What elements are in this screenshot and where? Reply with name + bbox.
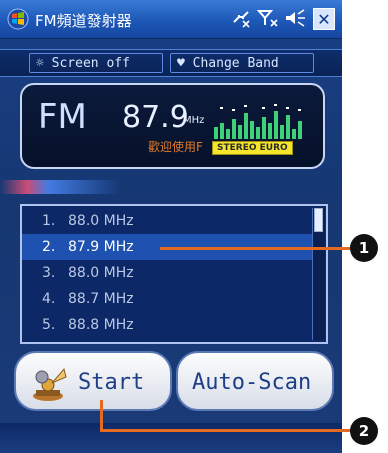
frequency-value: 87.9 bbox=[122, 100, 189, 135]
frequency-unit: MHz bbox=[183, 115, 205, 126]
channel-list[interactable]: 1. 88.0 MHz 2. 87.9 MHz 3. 88.0 MHz 4. 8… bbox=[20, 204, 328, 344]
change-band-button[interactable]: ♥ Change Band bbox=[170, 53, 314, 73]
gramophone-icon bbox=[33, 367, 67, 401]
app-title: FM頻道發射器 bbox=[35, 12, 132, 30]
mode-badge: STEREO EURO bbox=[212, 141, 293, 155]
signal-off-icon[interactable] bbox=[256, 8, 280, 28]
start-button[interactable]: Start bbox=[14, 351, 172, 411]
bottom-bar bbox=[0, 423, 342, 453]
close-button[interactable]: ✕ bbox=[313, 8, 335, 30]
scroll-thumb[interactable] bbox=[314, 208, 323, 232]
list-item[interactable]: 1. 88.0 MHz bbox=[22, 208, 312, 234]
toolbar: ☼ Screen off ♥ Change Band bbox=[0, 49, 342, 77]
callout-line-2a bbox=[100, 400, 103, 431]
equalizer-icon bbox=[214, 104, 302, 139]
band-label: FM bbox=[38, 97, 87, 137]
device-screen: FM頻道發射器 ✕ ☼ Screen off ♥ Change Band FM … bbox=[0, 0, 342, 453]
title-bar: FM頻道發射器 ✕ bbox=[0, 0, 342, 39]
frequency-display: FM 87.9 MHz 歡迎使用F STEREO EURO bbox=[20, 83, 325, 169]
volume-muted-icon[interactable] bbox=[284, 8, 308, 28]
callout-marker-1: 1 bbox=[350, 234, 378, 262]
list-item[interactable]: 5. 88.8 MHz bbox=[22, 312, 312, 338]
station-label: 歡迎使用F bbox=[148, 140, 203, 154]
decorative-glow bbox=[0, 180, 342, 194]
screen-off-button[interactable]: ☼ Screen off bbox=[29, 53, 163, 73]
list-item[interactable]: 3. 88.0 MHz bbox=[22, 260, 312, 286]
windows-start-icon[interactable] bbox=[7, 8, 29, 30]
callout-line-1 bbox=[160, 247, 358, 250]
auto-scan-button[interactable]: Auto-Scan bbox=[176, 351, 334, 411]
auto-scan-label: Auto-Scan bbox=[192, 370, 312, 395]
list-scrollbar[interactable] bbox=[312, 208, 325, 340]
connectivity-icon[interactable] bbox=[230, 8, 252, 28]
callout-line-2b bbox=[100, 429, 358, 432]
callout-marker-2: 2 bbox=[350, 417, 378, 445]
list-item[interactable]: 4. 88.7 MHz bbox=[22, 286, 312, 312]
start-label: Start bbox=[78, 370, 145, 395]
